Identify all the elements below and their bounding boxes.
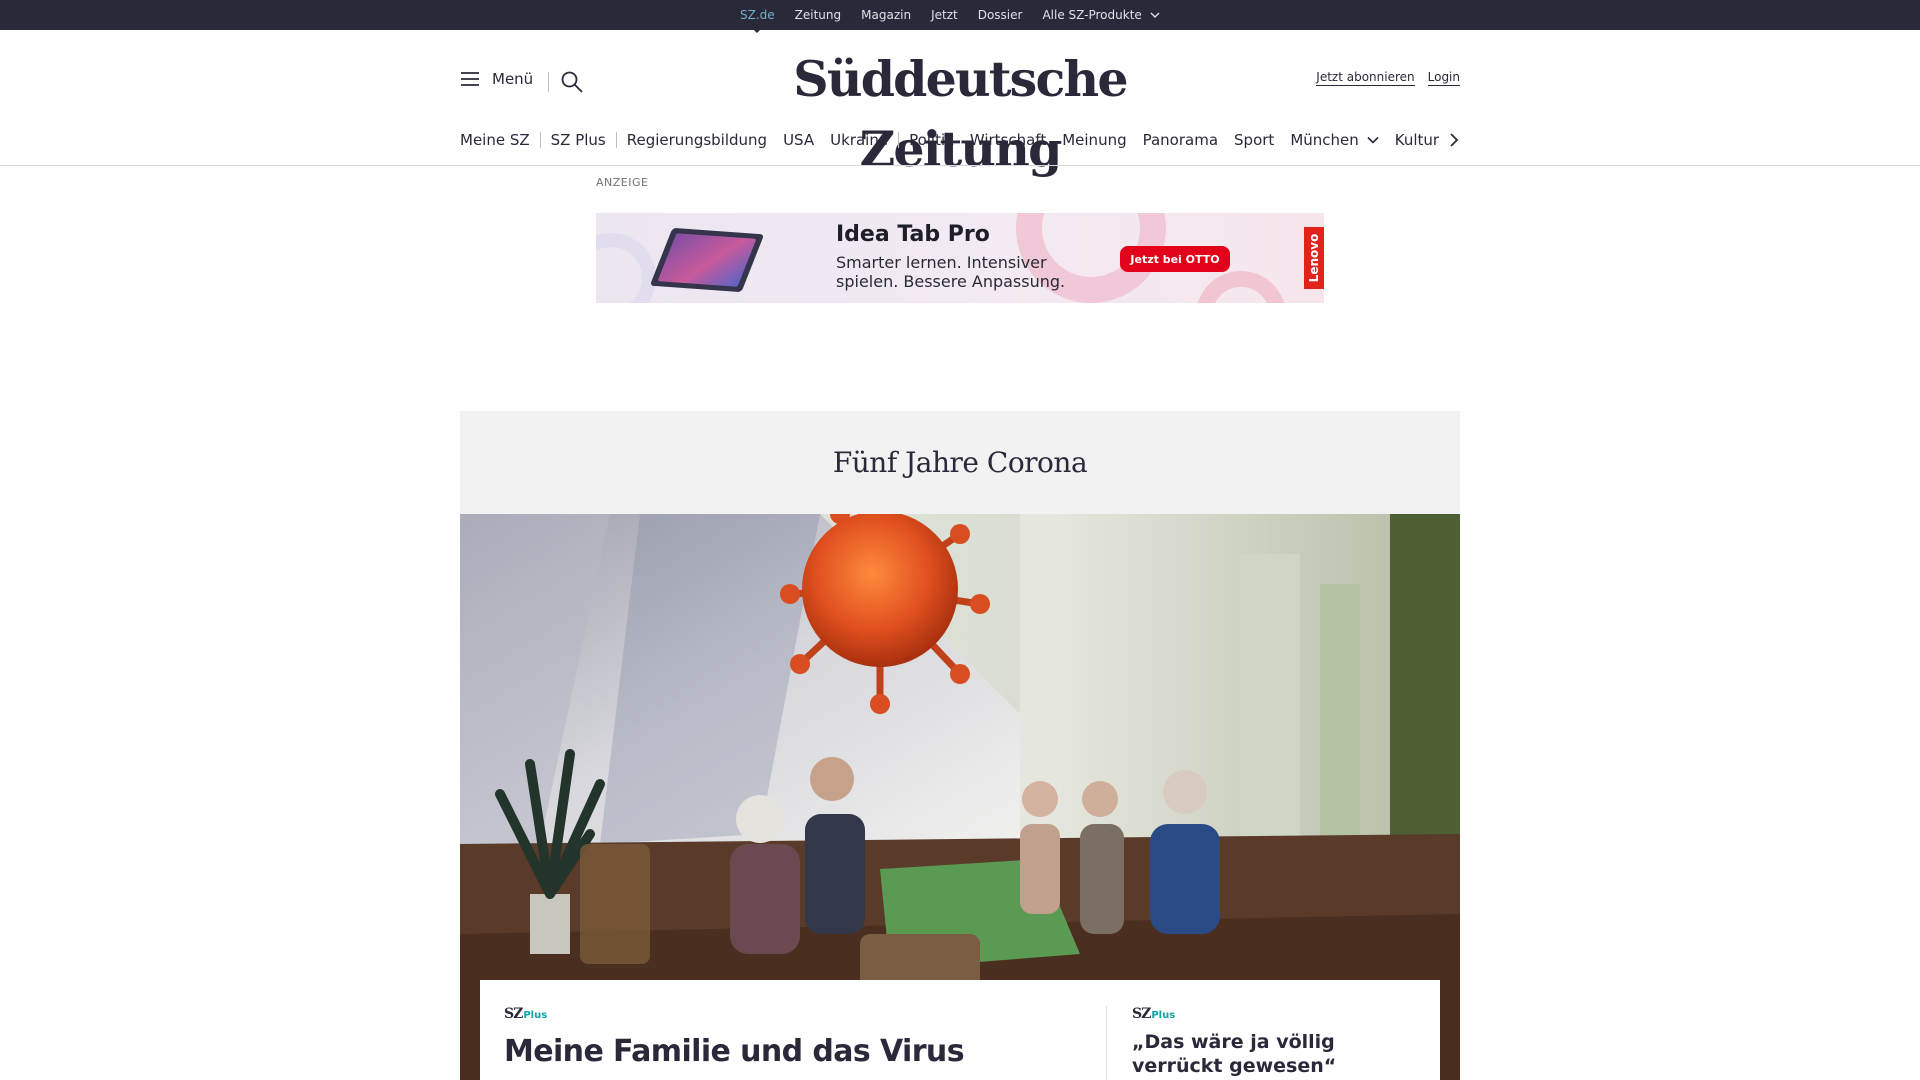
sz-plus-badge-plus: Plus: [1151, 1010, 1176, 1021]
nav-divider: [898, 132, 900, 148]
header-divider: [548, 72, 549, 92]
nav-divider: [615, 132, 617, 148]
sz-plus-badge-sz: SZ: [1132, 1006, 1151, 1022]
search-icon: [561, 71, 583, 93]
topnav-dossier[interactable]: Dossier: [978, 8, 1023, 22]
login-link[interactable]: Login: [1427, 70, 1460, 86]
teaser-main-headline[interactable]: Meine Familie und das Virus: [504, 1034, 1084, 1070]
topnav-alle-produkte-label: Alle SZ-Produkte: [1042, 8, 1142, 22]
teaser-divider: [1106, 1006, 1107, 1080]
topnav-jetzt[interactable]: Jetzt: [931, 8, 958, 22]
teaser-side[interactable]: SZ Plus „Das wäre ja völlig verrückt gew…: [1132, 1006, 1422, 1078]
teaser-card: SZ Plus Meine Familie und das Virus SZ P…: [480, 980, 1440, 1080]
ad-decoration: [596, 233, 656, 303]
subscribe-link[interactable]: Jetzt abonnieren: [1316, 70, 1415, 86]
nav-item-panorama[interactable]: Panorama: [1143, 131, 1218, 149]
chevron-down-icon: [1367, 136, 1379, 144]
dossier-header[interactable]: Fünf Jahre Corona: [460, 411, 1460, 514]
menu-label: Menü: [492, 70, 534, 88]
menu-button[interactable]: Menü: [460, 70, 533, 88]
sz-plus-badge-plus: Plus: [523, 1010, 548, 1021]
search-button[interactable]: [560, 70, 584, 98]
nav-item-politik[interactable]: Politik: [909, 131, 954, 149]
ad-title: Idea Tab Pro: [836, 222, 990, 247]
ad-cta-button[interactable]: Jetzt bei OTTO: [1120, 246, 1230, 272]
nav-item-wirtschaft[interactable]: Wirtschaft: [970, 131, 1046, 149]
nav-item-ukraine[interactable]: Ukraine: [830, 131, 888, 149]
nav-item-meinung[interactable]: Meinung: [1062, 131, 1126, 149]
ad-brand-logo: Lenovo: [1304, 227, 1324, 289]
nav-divider: [539, 132, 541, 148]
chevron-right-icon: [1450, 133, 1459, 147]
main-navigation: Meine SZ SZ Plus Regierungsbildung USA U…: [460, 128, 1455, 152]
nav-item-kultur[interactable]: Kultur: [1395, 131, 1439, 149]
nav-item-regierungsbildung[interactable]: Regierungsbildung: [627, 131, 767, 149]
dossier-title: Fünf Jahre Corona: [832, 446, 1088, 479]
ad-decoration: [1196, 271, 1286, 303]
site-logo[interactable]: Süddeutsche Zeitung: [720, 44, 1200, 184]
top-service-bar: SZ.de Zeitung Magazin Jetzt Dossier Alle…: [0, 0, 1920, 33]
nav-item-muenchen[interactable]: München: [1290, 131, 1379, 149]
nav-item-sz-plus[interactable]: SZ Plus: [551, 131, 606, 149]
teaser-side-headline[interactable]: „Das wäre ja völlig verrückt gewesen“: [1132, 1030, 1422, 1078]
sz-plus-badge-sz: SZ: [504, 1006, 523, 1022]
auth-links: Jetzt abonnieren Login: [1303, 70, 1460, 86]
ad-label: ANZEIGE: [596, 176, 649, 189]
nav-item-sport[interactable]: Sport: [1234, 131, 1274, 149]
sz-plus-badge: SZ Plus: [1132, 1006, 1422, 1024]
topnav-alle-produkte[interactable]: Alle SZ-Produkte: [1042, 8, 1160, 22]
ad-text: Smarter lernen. Intensiver spielen. Bess…: [836, 253, 1066, 291]
ad-brand-label: Lenovo: [1307, 233, 1321, 283]
chevron-down-icon: [1150, 12, 1160, 18]
ad-banner[interactable]: Idea Tab Pro Smarter lernen. Intensiver …: [596, 213, 1324, 303]
header-separator: [0, 165, 1920, 166]
nav-scroll-right-button[interactable]: [1449, 132, 1459, 152]
nav-item-muenchen-label: München: [1290, 131, 1359, 149]
tablet-image: [649, 227, 765, 293]
nav-item-usa[interactable]: USA: [783, 131, 814, 149]
teaser-main[interactable]: SZ Plus Meine Familie und das Virus: [504, 1006, 1084, 1070]
nav-item-meine-sz[interactable]: Meine SZ: [460, 131, 530, 149]
topnav-zeitung[interactable]: Zeitung: [795, 8, 841, 22]
topnav-magazin[interactable]: Magazin: [861, 8, 911, 22]
top-service-nav: SZ.de Zeitung Magazin Jetzt Dossier Alle…: [740, 0, 1180, 33]
hamburger-icon: [461, 72, 479, 86]
topnav-sz-de[interactable]: SZ.de: [740, 8, 775, 33]
sz-plus-badge: SZ Plus: [504, 1006, 1084, 1024]
